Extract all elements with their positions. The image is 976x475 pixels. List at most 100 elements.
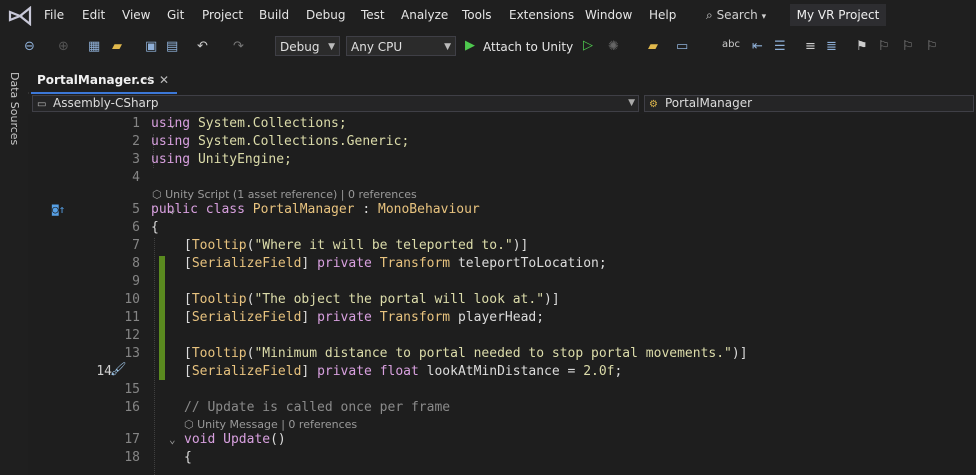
line-number: 1	[132, 116, 140, 131]
line-number: 8	[132, 256, 140, 271]
code-line: [SerializeField] private Transform telep…	[184, 256, 607, 271]
tab-title: PortalManager.cs	[37, 73, 155, 87]
menu-debug[interactable]: Debug	[306, 8, 345, 22]
code-line: [Tooltip("The object the portal will loo…	[184, 292, 560, 307]
spell-check-icon[interactable]: abc	[722, 39, 740, 50]
undo-icon[interactable]: ↶	[197, 39, 208, 54]
quick-actions-icon[interactable]: 🖌	[110, 362, 127, 377]
menu-analyze[interactable]: Analyze	[401, 8, 448, 22]
type-dropdown[interactable]: ⚙ PortalManager	[644, 95, 974, 112]
codelens-class-references[interactable]: ⬡ Unity Script (1 asset reference) | 0 r…	[152, 188, 417, 201]
visual-studio-logo-icon[interactable]	[8, 6, 32, 26]
project-icon: ▭	[37, 99, 47, 110]
codelens-method-references[interactable]: ⬡ Unity Message | 0 references	[184, 418, 357, 431]
navigate-back-icon[interactable]: ⊖	[24, 39, 35, 54]
line-number: 7	[132, 238, 140, 253]
search-label: Search	[716, 8, 758, 22]
chevron-down-icon: ▼	[444, 42, 451, 52]
next-bookmark-icon[interactable]: ⚐	[902, 39, 914, 54]
unity-icon: ⬡	[152, 188, 166, 201]
tab-portalmanager[interactable]: PortalManager.cs ⊣ ✕	[31, 70, 177, 94]
align-icon[interactable]: ☰	[774, 39, 786, 54]
menu-extensions[interactable]: Extensions	[509, 8, 574, 22]
menu-file[interactable]: File	[44, 8, 64, 22]
uncomment-lines-icon[interactable]: ≣	[826, 39, 837, 54]
change-marker	[159, 256, 165, 380]
open-folder-icon[interactable]: ▰	[112, 39, 122, 54]
chevron-down-icon: ▼	[628, 98, 635, 108]
hot-reload-icon[interactable]: ✺	[608, 39, 619, 54]
code-comment: // Update is called once per frame	[184, 400, 451, 415]
code-line: [SerializeField] private Transform playe…	[184, 310, 545, 325]
pin-icon[interactable]: ⊣	[142, 75, 151, 86]
chevron-down-icon: ▼	[328, 42, 335, 52]
start-without-debugging-icon[interactable]: ▷	[583, 38, 593, 53]
code-line: using System.Collections;	[151, 116, 347, 131]
solution-configuration-dropdown[interactable]: Debug ▼	[275, 36, 340, 56]
code-line: void Update()	[184, 432, 286, 447]
line-number: 9	[132, 274, 140, 289]
navigation-bar: ▭ Assembly-CSharp ▼ ⚙ PortalManager	[28, 94, 976, 114]
window-layout-icon[interactable]: ▭	[676, 39, 688, 54]
menu-view[interactable]: View	[122, 8, 150, 22]
navigate-forward-icon[interactable]: ⊕	[58, 39, 69, 54]
menu-window[interactable]: Window	[585, 8, 632, 22]
code-line: using System.Collections.Generic;	[151, 134, 410, 149]
format-document-icon[interactable]: ⇤	[752, 39, 763, 54]
line-number: 5	[132, 202, 140, 217]
comment-lines-icon[interactable]: ≡	[805, 39, 816, 54]
toolbar: ⊖ ⊕ ▦ ▰ ▣ ▤ ↶ ↷ Debug ▼ Any CPU ▼ ▶ Atta…	[0, 32, 976, 63]
clear-bookmarks-icon[interactable]: ⚐	[926, 39, 938, 54]
menu-tools[interactable]: Tools	[462, 8, 492, 22]
menu-bar: File Edit View Git Project Build Debug T…	[0, 0, 976, 32]
code-line: [SerializeField] private float lookAtMin…	[184, 364, 623, 379]
implements-interface-icon[interactable]: ◙↑	[52, 203, 65, 216]
menu-build[interactable]: Build	[259, 8, 289, 22]
line-number: 11	[124, 310, 140, 325]
code-line: {	[151, 220, 159, 235]
line-number: 10	[124, 292, 140, 307]
platform-value: Any CPU	[351, 40, 403, 54]
line-number: 16	[124, 400, 140, 415]
unity-icon: ⬡	[184, 418, 198, 431]
configuration-value: Debug	[280, 40, 320, 54]
collapse-icon[interactable]: ⌄	[169, 433, 176, 446]
line-number: 17	[124, 432, 140, 447]
search-box[interactable]: ⌕ Search ▾	[706, 8, 766, 23]
search-icon: ⌕	[706, 8, 713, 22]
type-dropdown-value: PortalManager	[665, 96, 753, 110]
close-icon[interactable]: ✕	[159, 73, 169, 87]
previous-bookmark-icon[interactable]: ⚐	[878, 39, 890, 54]
line-number: 4	[132, 170, 140, 185]
solution-platform-dropdown[interactable]: Any CPU ▼	[346, 36, 456, 56]
save-all-icon[interactable]: ▤	[166, 39, 178, 54]
menu-test[interactable]: Test	[361, 8, 385, 22]
project-dropdown-value: Assembly-CSharp	[53, 96, 159, 110]
new-project-icon[interactable]: ▦	[88, 39, 100, 54]
code-editor[interactable]: 1 2 3 4 5 6 7 8 9 10 11 12 13 14 15 16 1…	[28, 114, 976, 475]
line-number: 18	[124, 450, 140, 465]
project-dropdown[interactable]: ▭ Assembly-CSharp ▼	[32, 95, 639, 112]
menu-project[interactable]: Project	[202, 8, 243, 22]
bookmark-icon[interactable]: ⚑	[856, 39, 868, 54]
line-number: 15	[124, 382, 140, 397]
chevron-down-icon: ▾	[761, 12, 767, 22]
menu-help[interactable]: Help	[649, 8, 676, 22]
redo-icon[interactable]: ↷	[233, 39, 244, 54]
indent-guide	[154, 238, 155, 475]
line-number: 2	[132, 134, 140, 149]
code-line: public class PortalManager : MonoBehavio…	[151, 202, 480, 217]
save-icon[interactable]: ▣	[145, 39, 157, 54]
line-number: 6	[132, 220, 140, 235]
menu-git[interactable]: Git	[167, 8, 184, 22]
menu-edit[interactable]: Edit	[82, 8, 105, 22]
code-line: {	[184, 450, 192, 465]
code-line: using UnityEngine;	[151, 152, 292, 167]
data-sources-tab[interactable]: Data Sources	[8, 72, 21, 145]
line-number: 14	[96, 364, 112, 379]
solution-explorer-icon[interactable]: ▰	[648, 39, 658, 54]
solution-name: My VR Project	[790, 4, 886, 26]
start-debugging-icon[interactable]: ▶	[465, 38, 475, 53]
attach-to-unity-button[interactable]: Attach to Unity	[483, 40, 573, 54]
code-line: [Tooltip("Minimum distance to portal nee…	[184, 346, 748, 361]
